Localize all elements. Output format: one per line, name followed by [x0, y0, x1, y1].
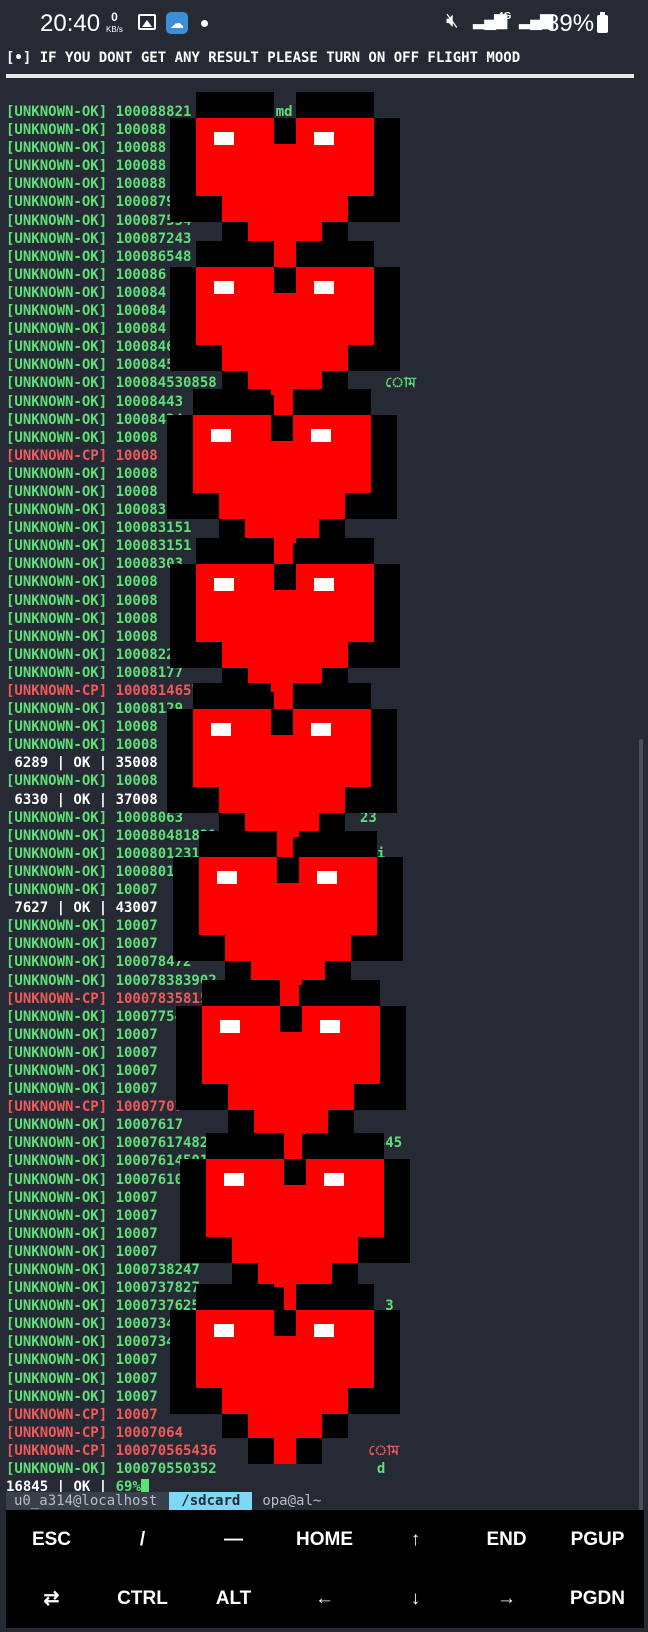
cloud-upload-icon: ☁ [166, 12, 188, 34]
extra-key-esc[interactable]: ESC [6, 1510, 97, 1569]
battery-percent: 89% [546, 10, 595, 37]
extra-key-alt[interactable]: ALT [188, 1569, 279, 1628]
notice-banner: [•] IF YOU DONT GET ANY RESULT PLEASE TU… [6, 50, 521, 66]
extra-key-symbol-1[interactable]: / [97, 1510, 188, 1569]
mute-icon: 🔇︎ [446, 10, 459, 32]
extra-key-ctrl[interactable]: CTRL [97, 1569, 188, 1628]
extra-key-end[interactable]: END [461, 1510, 552, 1569]
pixel-heart-icon [170, 1284, 400, 1464]
extra-key-symbol-12[interactable]: → [461, 1569, 552, 1628]
extra-key-symbol-7[interactable]: ⇄ [6, 1569, 97, 1628]
extra-key-symbol-11[interactable]: ↓ [370, 1569, 461, 1628]
notification-dot-icon [201, 20, 208, 27]
extra-key-pgup[interactable]: PGUP [552, 1510, 643, 1569]
data-rate-indicator: 0 KB/s [106, 10, 123, 35]
battery-icon [597, 12, 608, 33]
shell-prompt[interactable]: u0_a314@localhost/sdcard opa@al~ [6, 1492, 321, 1510]
extra-key-home[interactable]: HOME [279, 1510, 370, 1569]
terminal-view[interactable]: [•] IF YOU DONT GET ANY RESULT PLEASE TU… [0, 48, 648, 1510]
network-type: 4G [498, 11, 512, 22]
gallery-icon [138, 14, 156, 30]
prompt-command[interactable]: opa@al~ [252, 1492, 321, 1510]
extra-keys-bar: ESC / — HOME ↑ END PGUP ⇄ CTRL ALT ← ↓ → PGDN [6, 1510, 644, 1628]
data-rate-value: 0 [111, 10, 118, 24]
extra-key-symbol-2[interactable]: — [188, 1510, 279, 1569]
prompt-user: u0_a314@localhost [6, 1492, 170, 1510]
prompt-directory: /sdcard [169, 1492, 253, 1510]
clock: 20:40 [40, 10, 101, 37]
extra-key-symbol-10[interactable]: ← [279, 1569, 370, 1628]
scrollbar[interactable] [639, 739, 643, 1510]
extra-key-pgdn[interactable]: PGDN [552, 1569, 643, 1628]
divider [6, 74, 634, 78]
extra-key-symbol-4[interactable]: ↑ [370, 1510, 461, 1569]
data-rate-unit: KB/s [106, 25, 123, 34]
status-bar: 20:40 0 KB/s ☁ 🔇︎ ▂▄▆ 4G ▂▄▆ 89% [0, 0, 648, 48]
